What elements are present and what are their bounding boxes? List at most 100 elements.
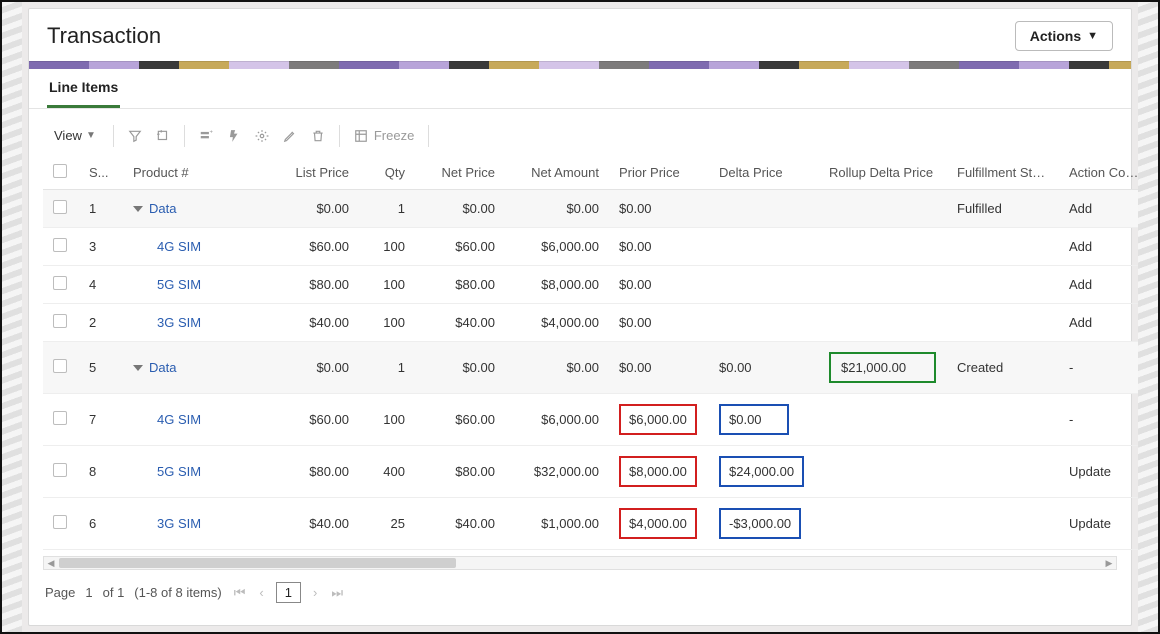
product-link[interactable]: 4G SIM <box>157 239 201 254</box>
cell-net-price: $80.00 <box>455 277 495 292</box>
cell-action-code: Add <box>1069 239 1092 254</box>
table-row[interactable]: 63G SIM$40.0025$40.00$1,000.00$4,000.00-… <box>43 498 1149 550</box>
caret-down-icon: ▼ <box>1087 30 1098 42</box>
product-link[interactable]: Data <box>149 360 176 375</box>
product-link[interactable]: 4G SIM <box>157 412 201 427</box>
col-product[interactable]: Product # <box>123 156 273 190</box>
cell-net-amount: $8,000.00 <box>541 277 599 292</box>
quick-action-icon[interactable] <box>221 125 247 147</box>
pencil-icon[interactable] <box>277 125 303 147</box>
row-checkbox[interactable] <box>53 314 67 328</box>
col-net-price[interactable]: Net Price <box>415 156 505 190</box>
scroll-thumb[interactable] <box>59 558 456 568</box>
caret-down-icon: ▼ <box>86 130 96 141</box>
product-link[interactable]: 5G SIM <box>157 277 201 292</box>
divider <box>339 125 340 147</box>
cell-qty: 100 <box>383 277 405 292</box>
page-range: (1-8 of 8 items) <box>134 585 221 600</box>
next-page-icon[interactable]: › <box>311 585 319 600</box>
divider <box>428 125 429 147</box>
row-checkbox[interactable] <box>53 411 67 425</box>
cell-seq: 3 <box>89 239 96 254</box>
toolbar: View ▼ + <box>43 119 1117 156</box>
table-row[interactable]: 34G SIM$60.00100$60.00$6,000.00$0.00Add <box>43 228 1149 266</box>
tab-line-items[interactable]: Line Items <box>47 79 120 108</box>
cell-qty: 100 <box>383 239 405 254</box>
view-menu-button[interactable]: View ▼ <box>45 123 105 148</box>
col-rollup-delta[interactable]: Rollup Delta Price <box>819 156 947 190</box>
app-frame: Transaction Actions ▼ Line Items View ▼ <box>0 0 1160 634</box>
cell-prior-price: $0.00 <box>619 277 652 292</box>
divider <box>113 125 114 147</box>
detach-icon[interactable] <box>150 125 176 147</box>
table-row[interactable]: 85G SIM$80.00400$80.00$32,000.00$8,000.0… <box>43 446 1149 498</box>
table-row[interactable]: 23G SIM$40.00100$40.00$4,000.00$0.00Add <box>43 304 1149 342</box>
row-checkbox[interactable] <box>53 200 67 214</box>
row-checkbox[interactable] <box>53 463 67 477</box>
cell-seq: 4 <box>89 277 96 292</box>
col-net-amount[interactable]: Net Amount <box>505 156 609 190</box>
trash-icon[interactable] <box>305 125 331 147</box>
table-region: View ▼ + <box>29 109 1131 625</box>
page-label: Page <box>45 585 75 600</box>
col-fulfillment-status[interactable]: Fulfillment Stat... <box>947 156 1059 190</box>
product-link[interactable]: 3G SIM <box>157 315 201 330</box>
cell-net-price: $40.00 <box>455 516 495 531</box>
freeze-button[interactable]: Freeze <box>348 126 420 145</box>
product-link[interactable]: 3G SIM <box>157 516 201 531</box>
decorative-strip <box>29 61 1131 69</box>
cell-action-code: Add <box>1069 315 1092 330</box>
product-link[interactable]: 5G SIM <box>157 464 201 479</box>
disclosure-icon[interactable] <box>133 206 143 212</box>
add-row-icon[interactable]: + <box>193 125 219 147</box>
select-all-checkbox[interactable] <box>53 164 67 178</box>
row-checkbox[interactable] <box>53 359 67 373</box>
horizontal-scrollbar[interactable]: ◀ ▶ <box>43 556 1117 570</box>
line-items-table: S... Product # List Price Qty Net Price … <box>43 156 1149 550</box>
row-checkbox[interactable] <box>53 515 67 529</box>
filter-icon[interactable] <box>122 125 148 147</box>
table-row[interactable]: 5Data$0.001$0.00$0.00$0.00$0.00$21,000.0… <box>43 342 1149 394</box>
scroll-left-icon[interactable]: ◀ <box>44 557 58 569</box>
col-qty[interactable]: Qty <box>359 156 415 190</box>
cell-delta-price: $0.00 <box>719 360 752 375</box>
col-prior-price[interactable]: Prior Price <box>609 156 709 190</box>
cell-fulfillment-status: Fulfilled <box>957 201 1002 216</box>
table-row[interactable]: 45G SIM$80.00100$80.00$8,000.00$0.00Add <box>43 266 1149 304</box>
cell-prior-price: $0.00 <box>619 315 652 330</box>
prev-page-icon[interactable]: ‹ <box>257 585 265 600</box>
freeze-label: Freeze <box>374 128 414 143</box>
actions-button[interactable]: Actions ▼ <box>1015 21 1113 51</box>
scroll-right-icon[interactable]: ▶ <box>1102 557 1116 569</box>
row-checkbox[interactable] <box>53 238 67 252</box>
col-action-code[interactable]: Action Code <box>1059 156 1149 190</box>
cell-seq: 8 <box>89 464 96 479</box>
page-input[interactable]: 1 <box>276 582 301 603</box>
tab-bar: Line Items <box>29 69 1131 109</box>
product-link[interactable]: Data <box>149 201 176 216</box>
cell-list-price: $60.00 <box>309 412 349 427</box>
first-page-icon[interactable]: ⏮ <box>232 585 248 601</box>
col-delta-price[interactable]: Delta Price <box>709 156 819 190</box>
cell-net-price: $60.00 <box>455 412 495 427</box>
col-seq[interactable]: S... <box>79 156 123 190</box>
pager: Page 1 of 1 (1-8 of 8 items) ⏮ ‹ 1 › ⏭ <box>43 570 1117 619</box>
gear-icon[interactable] <box>249 125 275 147</box>
cell-prior-price: $4,000.00 <box>619 508 697 539</box>
cell-rollup-delta: $21,000.00 <box>829 352 936 383</box>
cell-list-price: $60.00 <box>309 239 349 254</box>
cell-net-amount: $0.00 <box>566 360 599 375</box>
page-current: 1 <box>85 585 92 600</box>
table-row[interactable]: 1Data$0.001$0.00$0.00$0.00FulfilledAdd <box>43 190 1149 228</box>
cell-list-price: $40.00 <box>309 516 349 531</box>
col-list-price[interactable]: List Price <box>273 156 359 190</box>
page-title: Transaction <box>47 23 161 49</box>
disclosure-icon[interactable] <box>133 365 143 371</box>
last-page-icon[interactable]: ⏭ <box>329 585 345 601</box>
scroll-track[interactable] <box>58 557 1102 569</box>
row-checkbox[interactable] <box>53 276 67 290</box>
cell-qty: 100 <box>383 412 405 427</box>
cell-net-price: $60.00 <box>455 239 495 254</box>
table-row[interactable]: 74G SIM$60.00100$60.00$6,000.00$6,000.00… <box>43 394 1149 446</box>
cell-net-amount: $32,000.00 <box>534 464 599 479</box>
